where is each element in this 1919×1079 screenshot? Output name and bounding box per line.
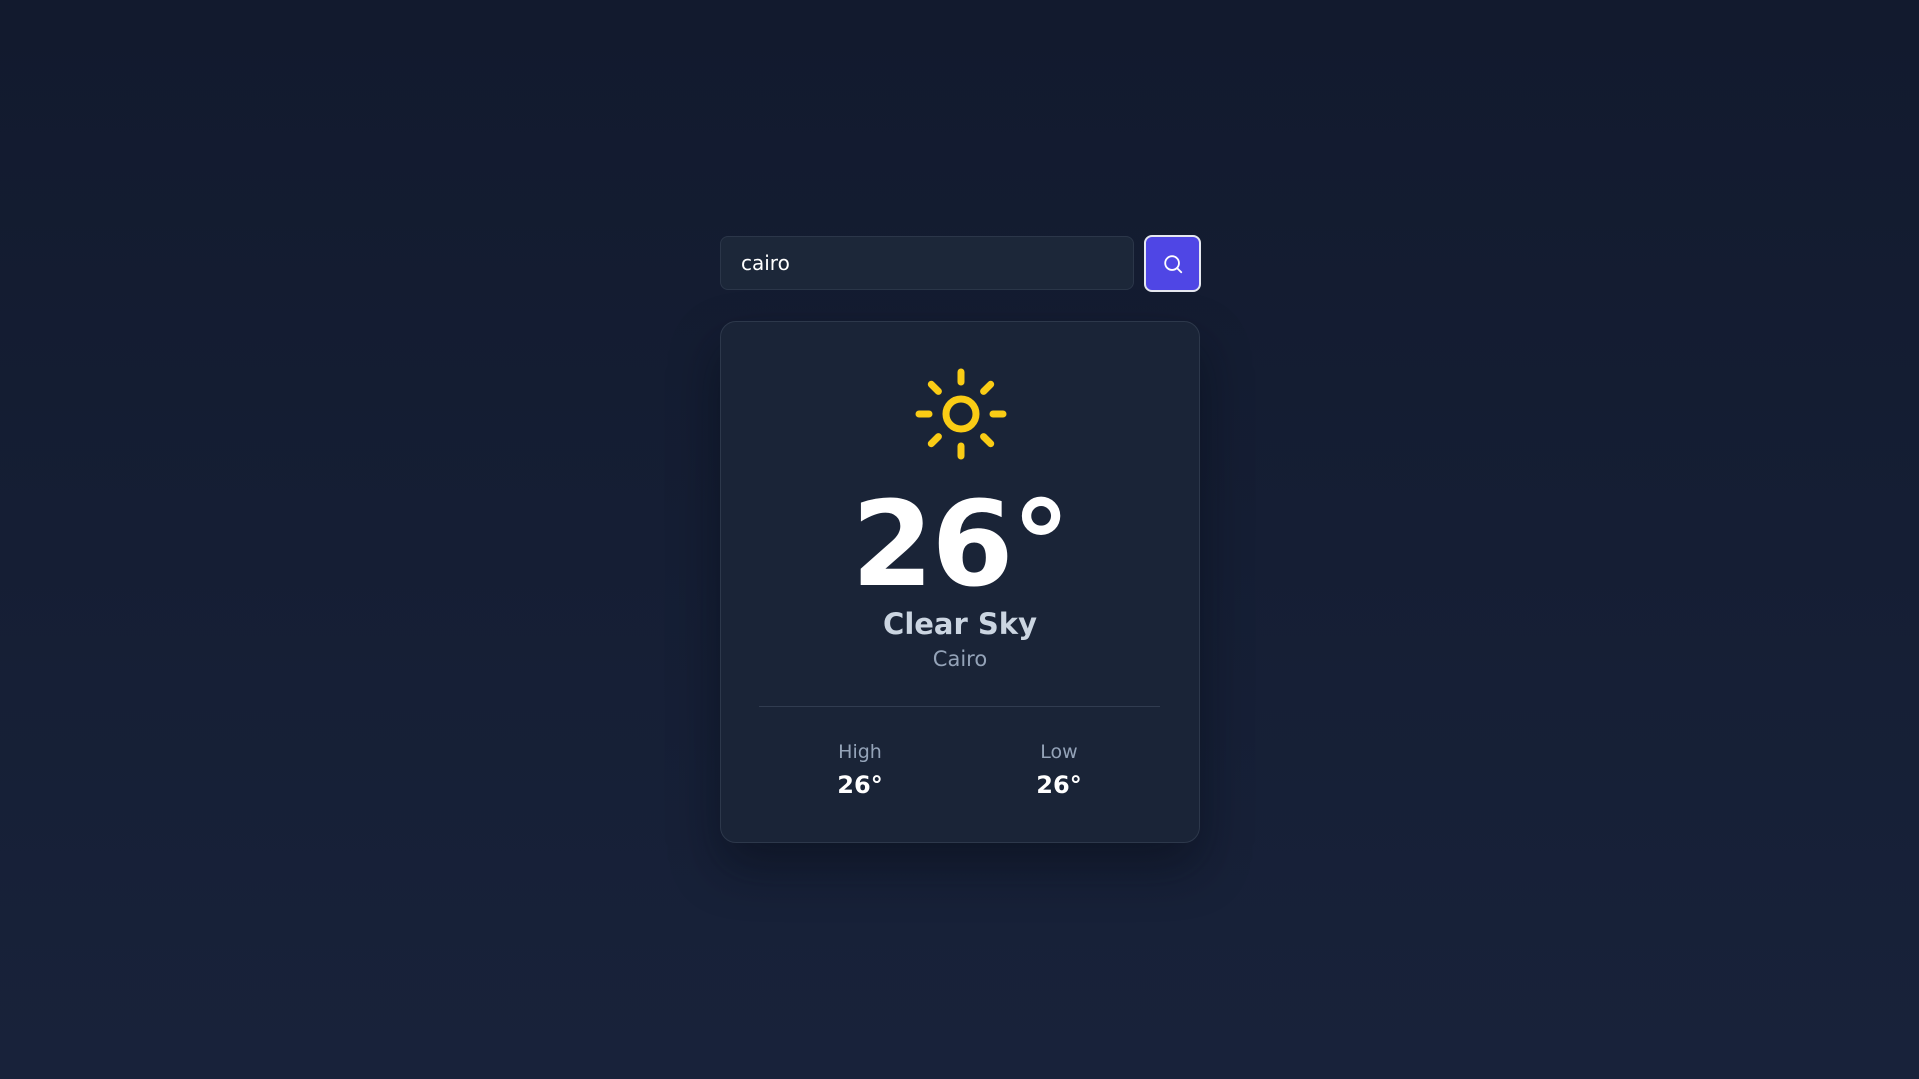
current-temperature: 26° [851, 475, 1070, 613]
high-temperature: High 26° [800, 740, 920, 799]
search-button[interactable] [1144, 235, 1201, 292]
low-temperature: Low 26° [999, 740, 1119, 799]
high-value: 26° [837, 771, 883, 799]
high-label: High [838, 741, 882, 763]
sun-icon [915, 368, 1007, 460]
search-input[interactable] [720, 236, 1134, 290]
low-value: 26° [1036, 771, 1082, 799]
weather-condition: Clear Sky [883, 607, 1037, 641]
search-icon [1163, 254, 1182, 273]
divider [759, 706, 1160, 707]
weather-card: 26° Clear Sky Cairo High 26° Low 26° [720, 321, 1200, 843]
low-label: Low [1040, 741, 1078, 763]
search-bar [720, 235, 1201, 292]
city-name: Cairo [932, 647, 988, 671]
weather-app: 26° Clear Sky Cairo High 26° Low 26° [720, 235, 1201, 843]
